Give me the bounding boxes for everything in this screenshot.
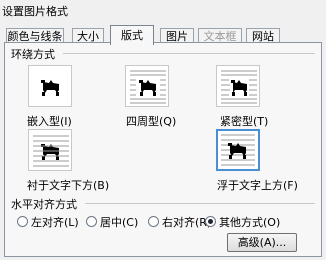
behind-text-icon bbox=[33, 135, 69, 167]
in-front-of-text-icon bbox=[221, 134, 255, 166]
wrap-section-title: 环绕方式 bbox=[11, 48, 55, 61]
square-wrap-icon bbox=[130, 70, 166, 104]
align-center-label[interactable]: 居中(C) bbox=[100, 214, 138, 230]
wrap-option-in-front-of-text-label: 浮于文字上方(F) bbox=[217, 179, 298, 192]
wrap-option-tight-label: 紧密型(T) bbox=[220, 115, 269, 128]
wrap-option-square-label: 四周型(Q) bbox=[126, 115, 177, 128]
wrap-option-inline-label: 嵌入型(I) bbox=[27, 115, 72, 128]
align-left-label[interactable]: 左对齐(L) bbox=[31, 214, 79, 230]
advanced-button[interactable]: 高级(A)... bbox=[227, 233, 297, 252]
align-section-divider bbox=[85, 203, 315, 204]
wrap-option-inline[interactable] bbox=[28, 65, 72, 107]
wrap-option-tight[interactable] bbox=[216, 65, 260, 107]
align-section-title: 水平对齐方式 bbox=[11, 198, 77, 211]
inline-wrap-icon bbox=[41, 80, 59, 96]
align-left-radio[interactable] bbox=[17, 216, 28, 227]
wrap-option-behind-text-label: 衬于文字下方(B) bbox=[27, 179, 110, 192]
title-bar: 设置图片格式 bbox=[0, 0, 326, 22]
window-title: 设置图片格式 bbox=[2, 5, 68, 18]
wrap-option-in-front-of-text[interactable] bbox=[216, 129, 260, 171]
align-center-radio[interactable] bbox=[86, 216, 97, 227]
layout-panel: 环绕方式 嵌入型(I) 四周型(Q) 紧密型(T) 衬于文字下方(B) 浮于文字… bbox=[4, 42, 322, 257]
align-other-label[interactable]: 其他方式(O) bbox=[219, 214, 280, 230]
align-right-label[interactable]: 右对齐(R) bbox=[162, 214, 211, 230]
align-right-radio[interactable] bbox=[148, 216, 159, 227]
tight-wrap-icon bbox=[221, 70, 257, 104]
tab-layout[interactable]: 版式 bbox=[110, 25, 154, 45]
wrap-option-behind-text[interactable] bbox=[28, 129, 72, 171]
wrap-section-divider bbox=[63, 53, 315, 54]
tab-strip: 颜色与线条 大小 版式 图片 文本框 网站 bbox=[0, 22, 326, 45]
wrap-option-square[interactable] bbox=[125, 65, 169, 107]
align-other-radio[interactable] bbox=[205, 216, 216, 227]
